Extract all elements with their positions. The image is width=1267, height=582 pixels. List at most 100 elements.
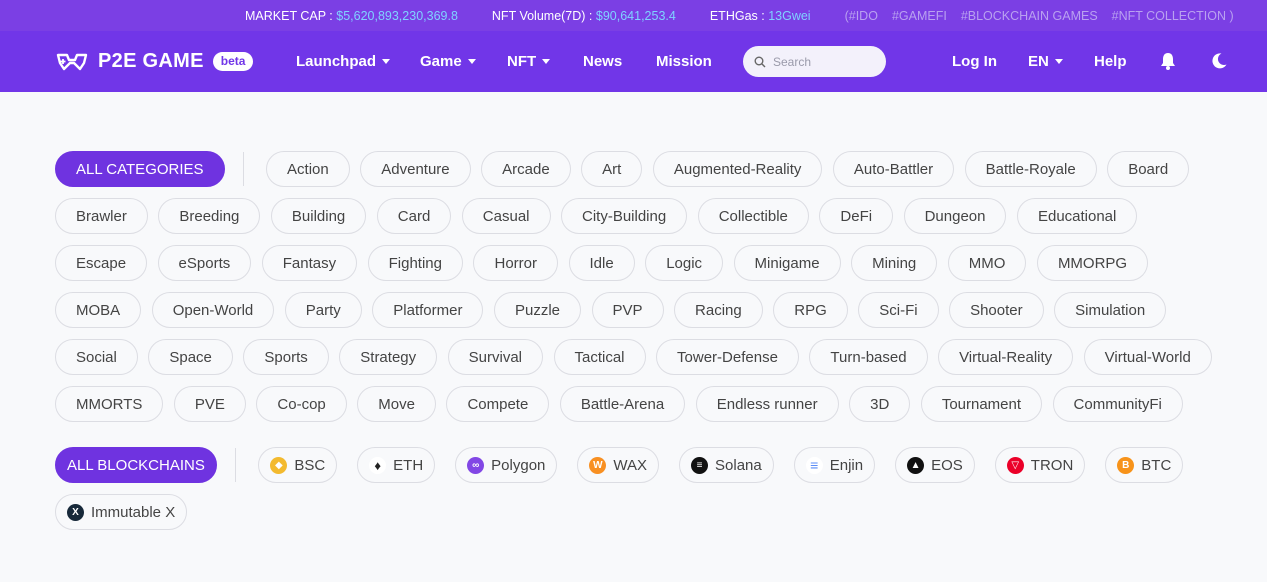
category-chip-fighting[interactable]: Fighting [367,245,463,281]
category-chip-virtual-reality[interactable]: Virtual-Reality [938,339,1074,375]
categories-filter: ALL CATEGORIES Action Adventure Arcade Art Au… [55,151,1235,422]
help-label: Help [1094,53,1127,70]
category-chip-moba[interactable]: MOBA [55,292,142,328]
category-chip-mmorts[interactable]: MMORTS [55,386,164,422]
category-chip-sci-fi[interactable]: Sci-Fi [858,292,939,328]
blockchain-chip-enjin[interactable]: ≡ Enjin [793,447,876,483]
all-blockchains-button[interactable]: ALL BLOCKCHAINS [55,447,217,483]
category-chip-logic[interactable]: Logic [645,245,724,281]
category-chip-building[interactable]: Building [270,198,367,234]
blockchain-chip-bsc[interactable]: ◆ BSC [258,447,338,483]
category-chip-virtual-world[interactable]: Virtual-World [1083,339,1212,375]
login-label: Log In [952,53,997,70]
category-chip-auto-battler[interactable]: Auto-Battler [832,151,955,187]
category-chip-mmorpg[interactable]: MMORPG [1036,245,1149,281]
category-chip-simulation[interactable]: Simulation [1054,292,1167,328]
category-chip-battle-arena[interactable]: Battle-Arena [559,386,686,422]
eth-icon: ♦ [369,456,387,474]
search-input[interactable] [773,54,873,69]
category-chip-compete[interactable]: Compete [446,386,550,422]
blockchain-chip-eos[interactable]: ▲ EOS [895,447,975,483]
category-chip-tactical[interactable]: Tactical [553,339,646,375]
category-chip-pvp[interactable]: PVP [591,292,664,328]
category-chip-adventure[interactable]: Adventure [360,151,471,187]
all-categories-button[interactable]: ALL CATEGORIES [55,151,225,187]
blockchain-chip-solana[interactable]: ≡ Solana [679,447,774,483]
blockchain-chip-immutable-x[interactable]: X Immutable X [55,494,188,530]
category-chip-fantasy[interactable]: Fantasy [261,245,358,281]
category-chip-puzzle[interactable]: Puzzle [493,292,582,328]
category-chip-strategy[interactable]: Strategy [339,339,438,375]
category-chip-breeding[interactable]: Breeding [158,198,261,234]
eth-gas-stat: ETHGas : 13Gwei [710,9,811,23]
bell-icon[interactable] [1158,51,1178,71]
beta-badge: beta [212,52,254,71]
category-chip-board[interactable]: Board [1107,151,1190,187]
category-chip-open-world[interactable]: Open-World [151,292,275,328]
category-chip-minigame[interactable]: Minigame [733,245,841,281]
category-chip-tower-defense[interactable]: Tower-Defense [656,339,799,375]
category-chip-esports[interactable]: eSports [157,245,252,281]
blockchain-chip-tron[interactable]: ▽ TRON [994,447,1086,483]
site-logo[interactable]: P2E GAME beta [55,50,254,73]
blockchain-row: ALL BLOCKCHAINS ◆ BSC ♦ ETH ∞ Polygon W WAX ≡ Sola… [55,447,1235,483]
bsc-icon: ◆ [270,456,288,474]
category-chip-communityfi[interactable]: CommunityFi [1052,386,1183,422]
category-chip-dungeon[interactable]: Dungeon [903,198,1007,234]
category-chip-pve[interactable]: PVE [173,386,246,422]
category-chip-space[interactable]: Space [148,339,233,375]
category-chip-mining[interactable]: Mining [851,245,938,281]
ticker-tag-gamefi[interactable]: #GAMEFI [892,9,947,23]
category-chip-escape[interactable]: Escape [55,245,148,281]
nav-mission[interactable]: Mission [656,53,712,70]
search-box[interactable] [743,46,886,77]
category-chip-shooter[interactable]: Shooter [949,292,1044,328]
category-chip-racing[interactable]: Racing [674,292,763,328]
category-chip-move[interactable]: Move [357,386,436,422]
nav-launchpad[interactable]: Launchpad [296,53,391,70]
category-chip-idle[interactable]: Idle [568,245,635,281]
category-chip-battle-royale[interactable]: Battle-Royale [964,151,1097,187]
category-chip-party[interactable]: Party [284,292,362,328]
category-chip-action[interactable]: Action [266,151,350,187]
category-chip-defi[interactable]: DeFi [819,198,894,234]
category-chip-platformer[interactable]: Platformer [372,292,484,328]
category-chip-survival[interactable]: Survival [447,339,543,375]
blockchain-chip-polygon[interactable]: ∞ Polygon [455,447,558,483]
login-link[interactable]: Log In [952,53,997,70]
nav-nft[interactable]: NFT [507,53,551,70]
blockchain-chip-eth[interactable]: ♦ ETH [357,447,436,483]
category-chip-educational[interactable]: Educational [1016,198,1138,234]
category-chip-augmented-reality[interactable]: Augmented-Reality [652,151,823,187]
category-chip-brawler[interactable]: Brawler [55,198,148,234]
nav-game[interactable]: Game [420,53,476,70]
category-chip-casual[interactable]: Casual [461,198,551,234]
category-row: MMORTS PVE Co-cop Move Compete Battle-Arena En… [55,386,1235,422]
blockchain-chip-btc[interactable]: B BTC [1105,447,1184,483]
category-chip-card[interactable]: Card [376,198,452,234]
ticker-tag-blockchain-games[interactable]: #BLOCKCHAIN GAMES [961,9,1098,23]
category-chip-city-building[interactable]: City-Building [561,198,688,234]
ticker-tag-ido[interactable]: (#IDO [845,9,878,23]
category-chip-3d[interactable]: 3D [849,386,911,422]
category-chip-collectible[interactable]: Collectible [697,198,809,234]
category-chip-arcade[interactable]: Arcade [481,151,571,187]
category-chip-mmo[interactable]: MMO [947,245,1027,281]
category-chip-tournament[interactable]: Tournament [920,386,1043,422]
category-chip-turn-based[interactable]: Turn-based [809,339,928,375]
category-chip-sports[interactable]: Sports [243,339,329,375]
nft-volume-stat: NFT Volume(7D) : $90,641,253.4 [492,9,676,23]
category-chip-endless-runner[interactable]: Endless runner [695,386,839,422]
blockchain-chip-wax[interactable]: W WAX [577,447,660,483]
category-chip-horror[interactable]: Horror [473,245,558,281]
category-chip-art[interactable]: Art [581,151,643,187]
ticker-tag-nft-collection[interactable]: #NFT COLLECTION ) [1112,9,1234,23]
nav-news[interactable]: News [583,53,622,70]
category-chip-rpg[interactable]: RPG [773,292,848,328]
language-selector[interactable]: EN [1028,53,1063,70]
category-chip-social[interactable]: Social [55,339,138,375]
help-link[interactable]: Help [1094,53,1127,70]
dark-mode-moon-icon[interactable] [1209,51,1229,71]
category-chip-co-cop[interactable]: Co-cop [256,386,347,422]
language-label: EN [1028,53,1049,70]
